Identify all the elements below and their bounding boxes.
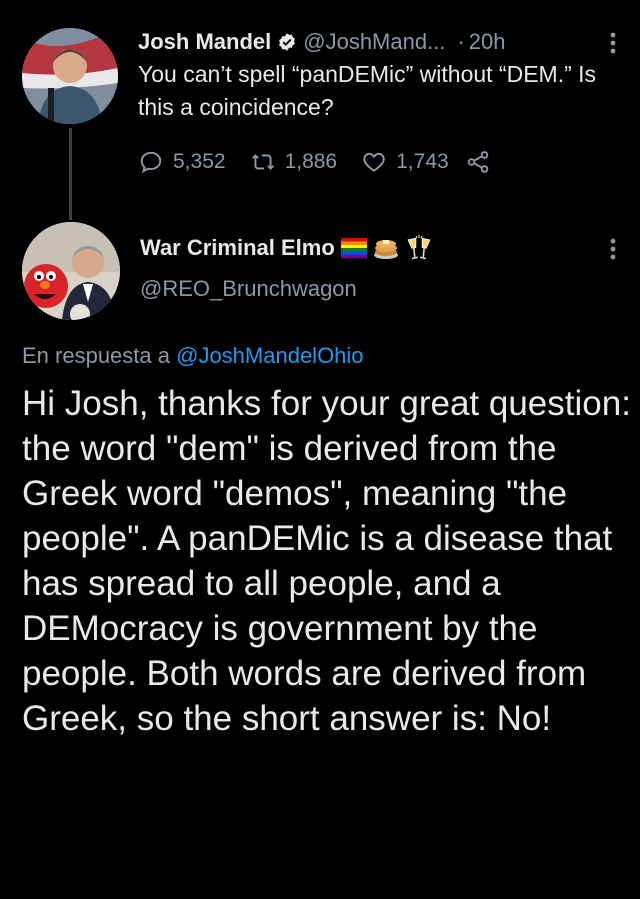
reply-to-link[interactable]: @JoshMandelOhio	[176, 343, 363, 368]
tweet1-text: You can’t spell “panDEMic” without “DEM.…	[138, 61, 597, 120]
share-button[interactable]	[465, 149, 491, 175]
tweet1-author-name[interactable]: Josh Mandel	[138, 29, 271, 55]
tweet2-text: Hi Josh, thanks for your great question:…	[22, 384, 631, 738]
tweet1-action-bar: 5,352 1,886 1,743	[138, 146, 491, 178]
like-count: 1,743	[396, 150, 449, 173]
tweet1-separator: ·	[457, 29, 465, 54]
heart-icon	[363, 152, 385, 172]
like-button[interactable]: 1,743	[361, 149, 449, 175]
retweet-button[interactable]: 1,886	[250, 149, 338, 175]
pancakes-icon	[373, 236, 399, 260]
more-vertical-icon[interactable]	[602, 232, 624, 266]
reply-button[interactable]: 5,352	[138, 149, 226, 175]
avatar-photo-icon	[22, 222, 120, 320]
reply-count: 5,352	[173, 150, 226, 173]
retweet-icon	[251, 154, 274, 170]
avatar-photo-icon	[22, 28, 118, 124]
tweet1-handle[interactable]: @JoshMand...	[303, 29, 445, 55]
reply-icon	[140, 151, 162, 174]
tweet2-handle[interactable]: @REO_Brunchwagon	[140, 276, 357, 302]
champagne-toast-icon	[405, 235, 433, 261]
tweet2-header: War Criminal Elmo	[140, 230, 433, 266]
verified-badge-icon	[279, 33, 296, 51]
thread-connector-line	[69, 128, 72, 220]
tweet1-timestamp[interactable]: 20h	[469, 29, 506, 55]
more-vertical-icon[interactable]	[602, 28, 624, 58]
share-icon	[467, 151, 488, 173]
reply-context: En respuesta a @JoshMandelOhio	[22, 343, 364, 369]
josh-mandel-avatar[interactable]	[22, 28, 118, 124]
tweet2-author-name[interactable]: War Criminal Elmo	[140, 235, 335, 261]
war-criminal-elmo-avatar[interactable]	[22, 222, 120, 320]
reply-prefix: En respuesta a	[22, 343, 170, 368]
rainbow-flag-icon	[340, 237, 367, 259]
tweet1-header: Josh Mandel @JoshMand... · 20h	[138, 26, 505, 58]
retweet-count: 1,886	[284, 150, 338, 173]
